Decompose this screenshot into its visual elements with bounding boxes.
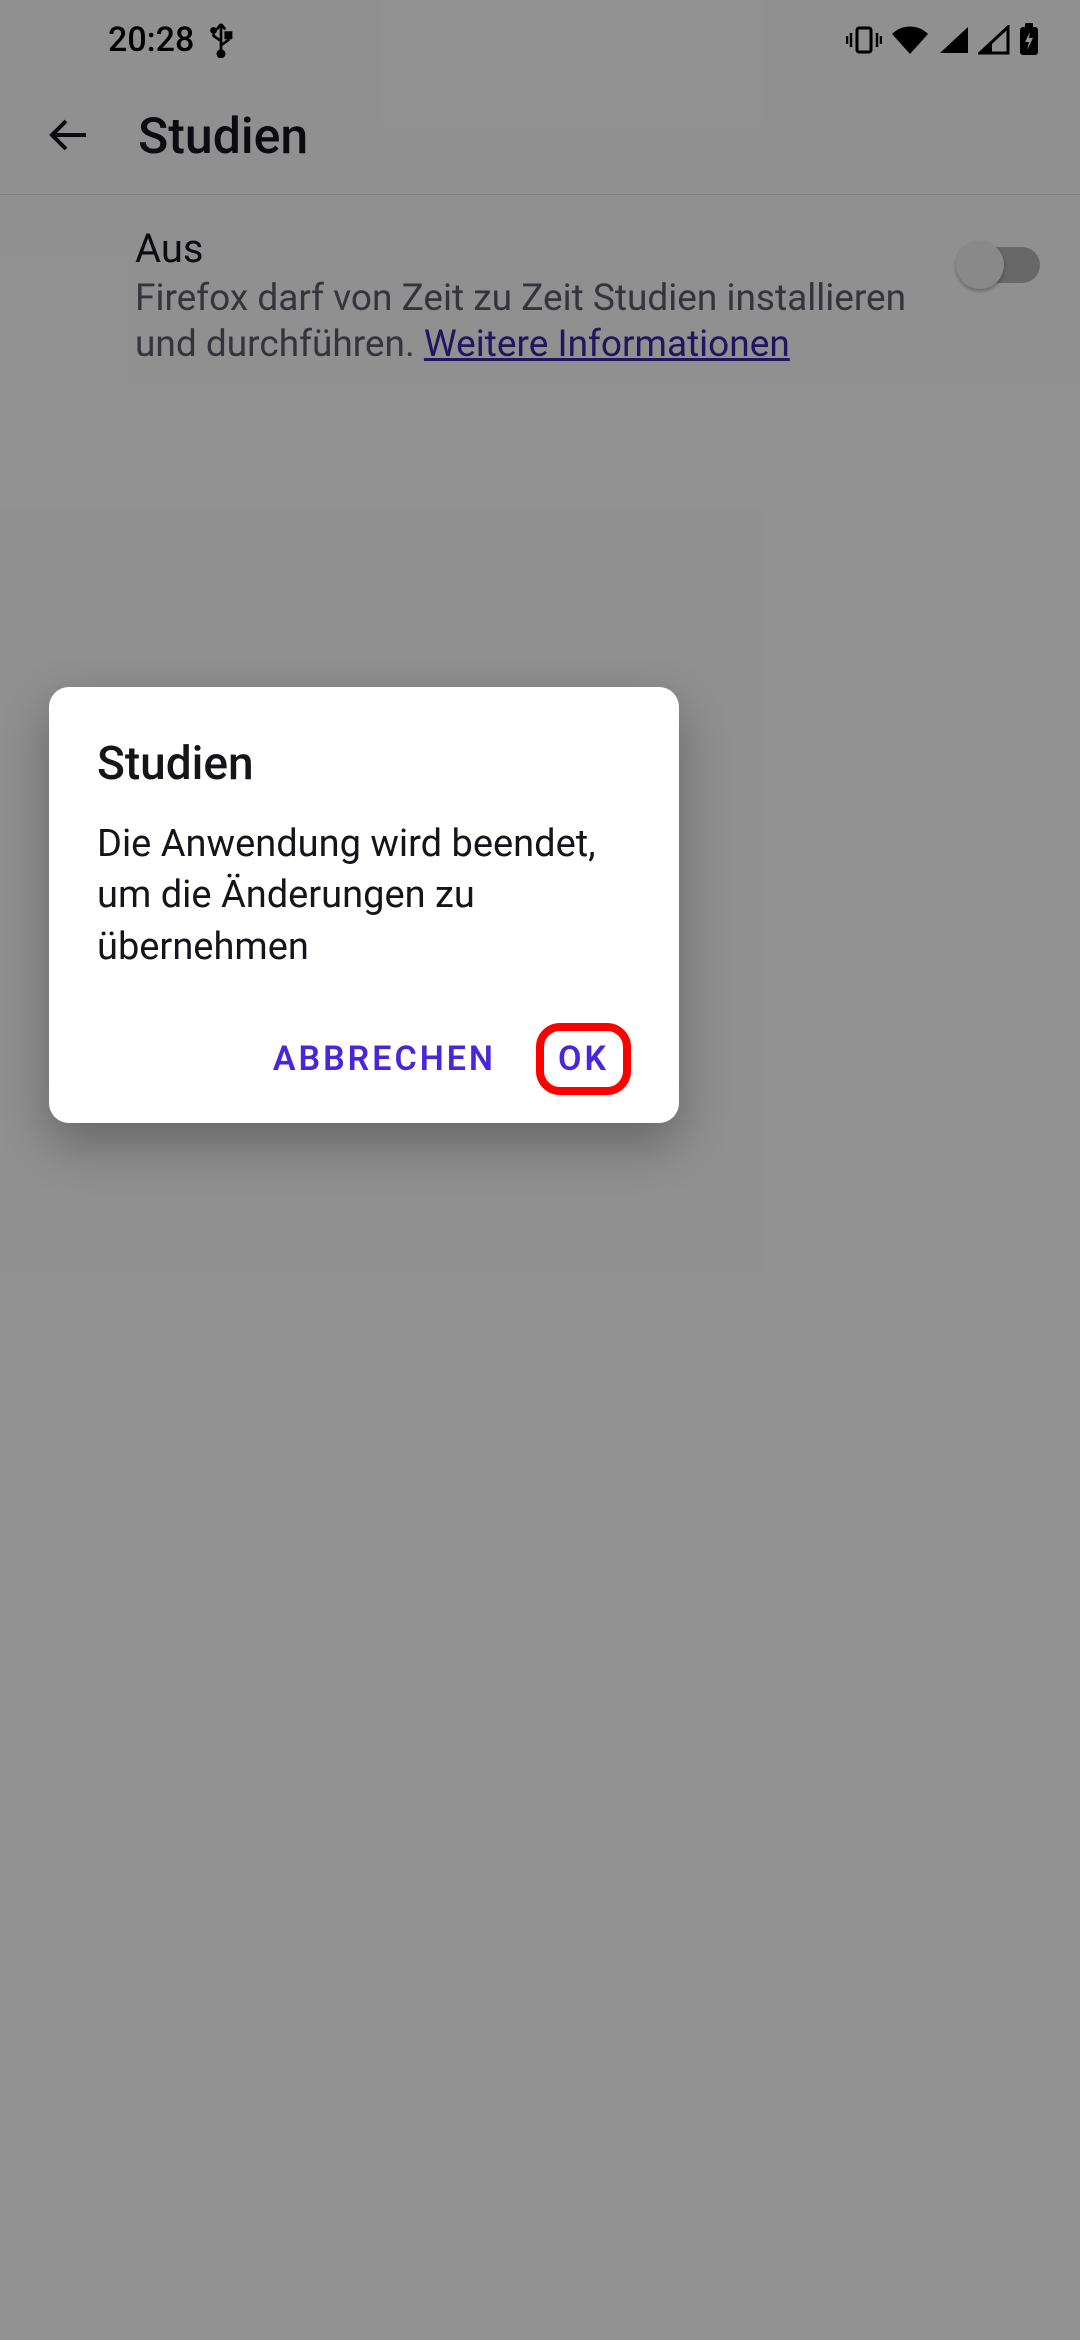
dialog-title: Studien	[97, 737, 631, 791]
cancel-button[interactable]: ABBRECHEN	[253, 1023, 516, 1095]
ok-highlight-ring: OK	[536, 1023, 631, 1095]
ok-button[interactable]: OK	[554, 1037, 613, 1081]
dialog-actions: ABBRECHEN OK	[97, 1023, 631, 1095]
dialog-scrim[interactable]: Studien Die Anwendung wird beendet, um d…	[0, 0, 1080, 2340]
dialog-message: Die Anwendung wird beendet, um die Änder…	[97, 819, 631, 973]
confirm-dialog: Studien Die Anwendung wird beendet, um d…	[49, 687, 679, 1123]
